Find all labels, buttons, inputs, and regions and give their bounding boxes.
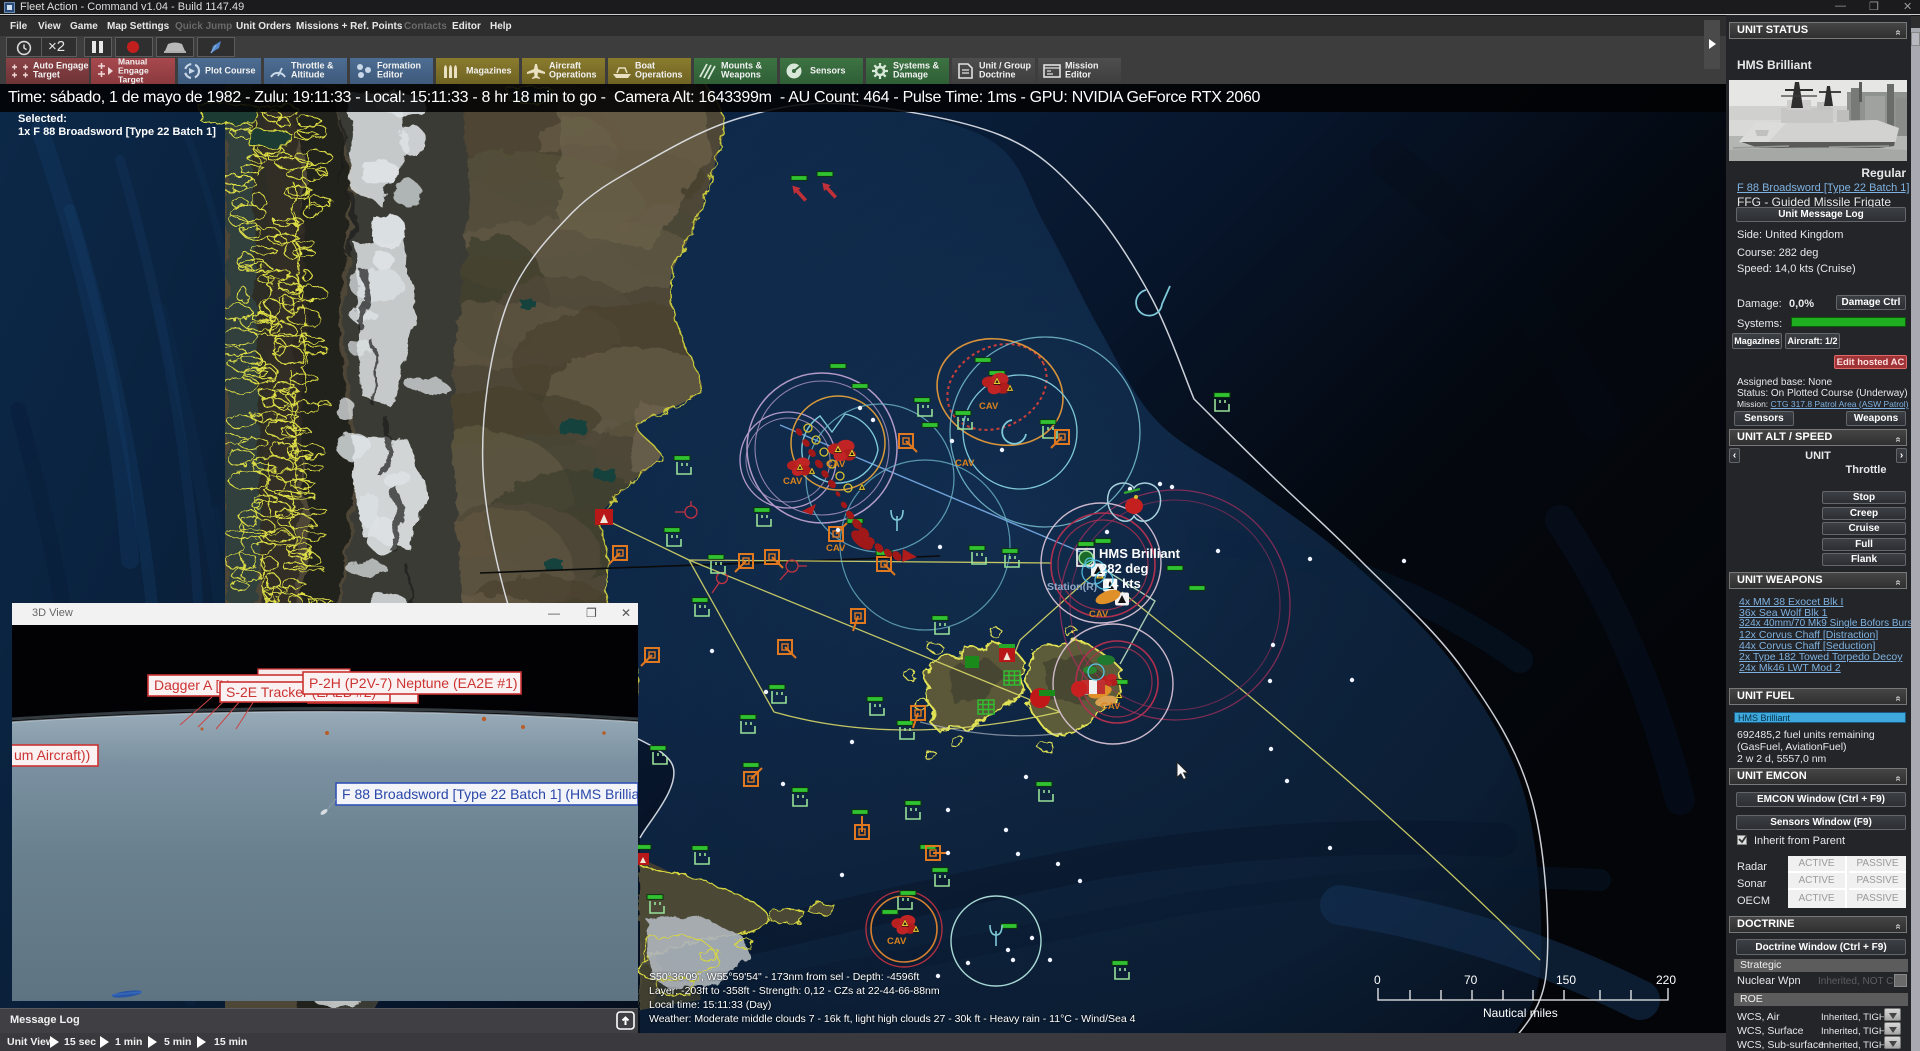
- svg-text:CAV: CAV: [955, 458, 975, 469]
- svg-text:Nautical miles: Nautical miles: [1483, 1006, 1558, 1020]
- svg-text:Dagger A [N: Dagger A [N: [154, 677, 230, 693]
- svg-text:F 88 Broadsword [Type 22 Batch: F 88 Broadsword [Type 22 Batch 1] (HMS B…: [342, 786, 638, 802]
- svg-text:CAV: CAV: [1101, 701, 1121, 712]
- svg-text:150: 150: [1556, 973, 1576, 987]
- svg-text:70: 70: [1464, 973, 1478, 987]
- svg-text:CAV: CAV: [783, 476, 803, 487]
- svg-text:Station(R): Station(R): [1047, 581, 1097, 593]
- svg-text:CAV: CAV: [1089, 609, 1109, 620]
- svg-text:CAV: CAV: [826, 459, 846, 470]
- svg-text:HMS Brilliant: HMS Brilliant: [1099, 546, 1181, 561]
- svg-text:CAV: CAV: [887, 936, 907, 947]
- svg-text:CAV: CAV: [979, 401, 999, 412]
- svg-text:P-2H (P2V-7) Neptune (EA2E #1): P-2H (P2V-7) Neptune (EA2E #1): [309, 675, 518, 691]
- svg-text:220: 220: [1656, 973, 1676, 987]
- svg-text:14 kts: 14 kts: [1104, 576, 1141, 591]
- svg-text:282 deg: 282 deg: [1100, 561, 1148, 576]
- svg-text:um Aircraft)): um Aircraft)): [14, 747, 90, 763]
- svg-text:0: 0: [1374, 973, 1381, 987]
- svg-text:CAV: CAV: [826, 543, 846, 554]
